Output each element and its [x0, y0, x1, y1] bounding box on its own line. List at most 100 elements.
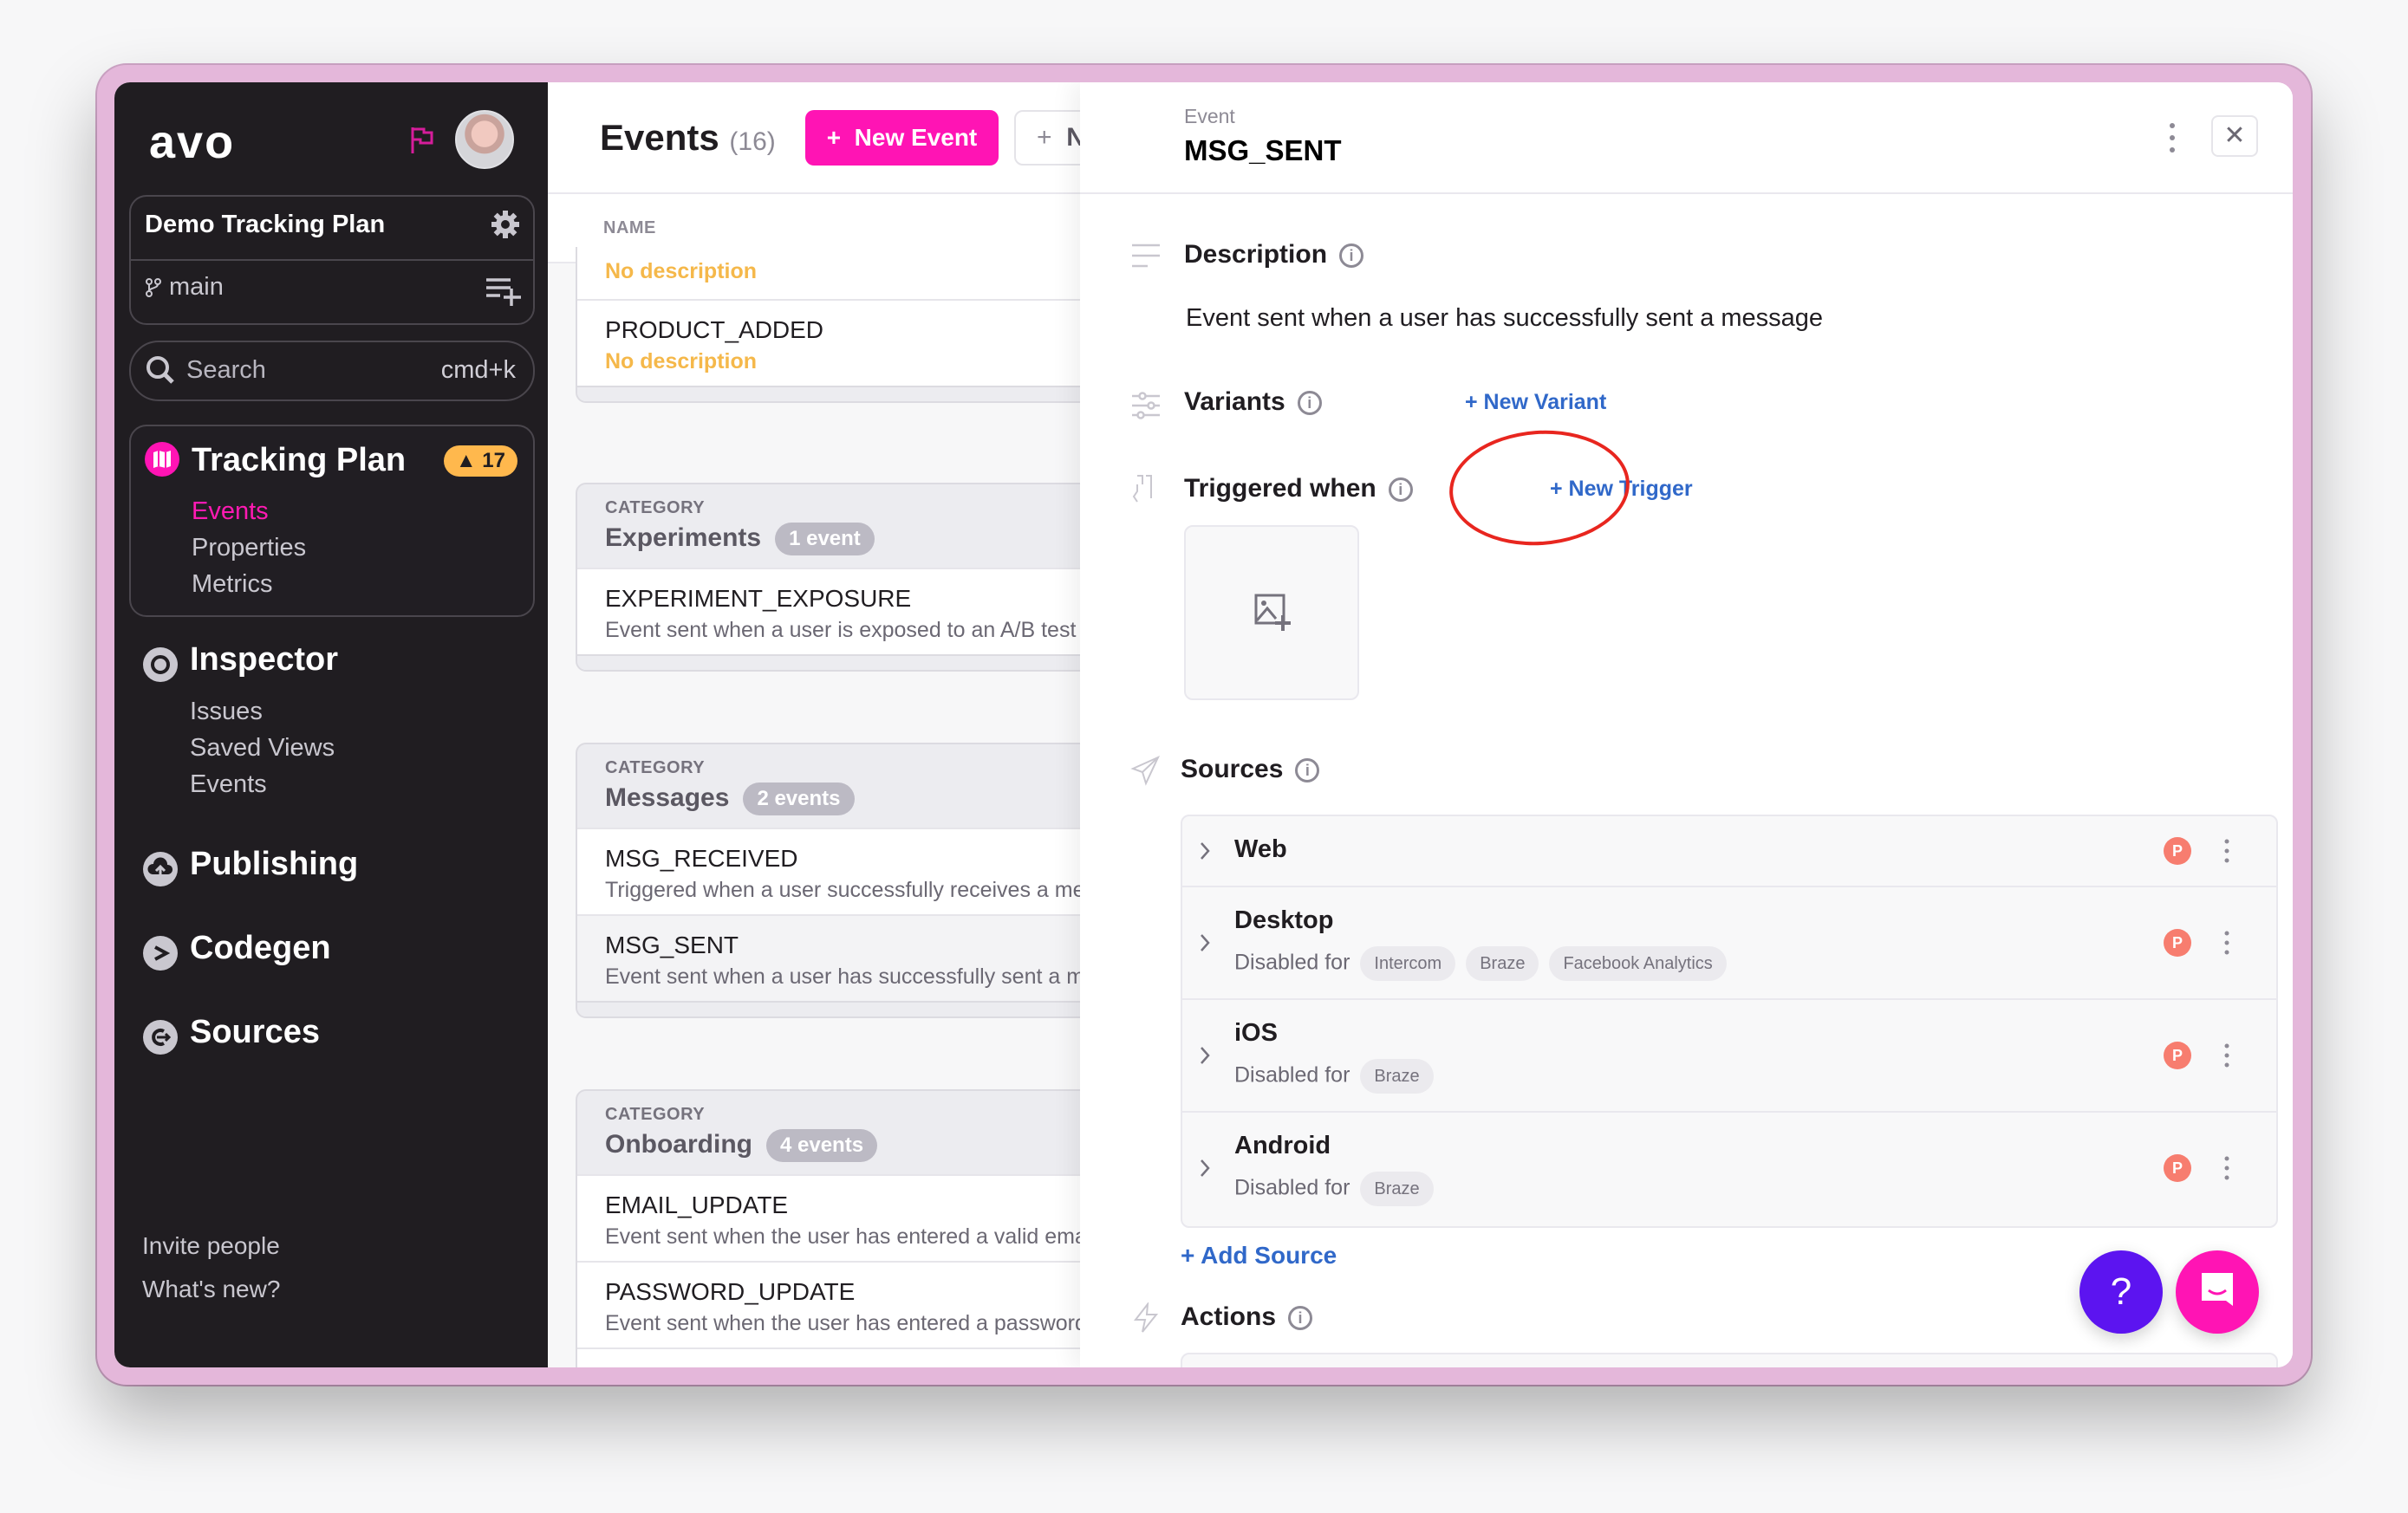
category-header[interactable]: CATEGORY Experiments 1 event: [577, 484, 1080, 568]
new-event-button[interactable]: + New Event: [805, 110, 999, 166]
app-window: avo Demo Tracking Plan main Search cmd+k…: [114, 82, 2293, 1367]
events-count: (16): [729, 127, 776, 156]
nav-inspector-issues[interactable]: Issues: [190, 698, 263, 726]
disabled-for-label: Disabled for: [1234, 1175, 1350, 1200]
nav-metrics[interactable]: Metrics: [192, 570, 272, 599]
table-row[interactable]: EXPERIMENT_EXPOSURE Event sent when a us…: [577, 568, 1080, 654]
issues-badge[interactable]: ▲ 17: [443, 445, 517, 477]
close-button[interactable]: ✕: [2211, 115, 2258, 157]
nav-events[interactable]: Events: [192, 497, 269, 526]
table-row[interactable]: PASSWORD_UPDATE Event sent when the user…: [577, 1261, 1080, 1347]
more-options-icon[interactable]: [2224, 1043, 2229, 1068]
category-footer: [577, 386, 1080, 401]
workspace-switcher: Demo Tracking Plan main: [129, 195, 535, 325]
new-variant-button[interactable]: + New Variant: [1465, 390, 1606, 415]
flag-icon[interactable]: [409, 126, 435, 155]
chevron-right-icon[interactable]: [1198, 932, 1212, 953]
table-row[interactable]: EMAIL_UPDATE Event sent when the user ha…: [577, 1174, 1080, 1261]
destination-chip[interactable]: Facebook Analytics: [1549, 946, 1727, 981]
column-name-label[interactable]: NAME: [603, 218, 656, 238]
codegen-icon: [143, 936, 178, 971]
issues-count: 17: [482, 449, 505, 472]
chevron-right-icon[interactable]: [1198, 1045, 1212, 1066]
info-icon[interactable]: i: [1297, 391, 1322, 416]
nav-inspector-saved-views[interactable]: Saved Views: [190, 734, 335, 763]
invite-people-link[interactable]: Invite people: [142, 1232, 280, 1260]
category-name: Experiments 1 event: [605, 523, 875, 555]
source-row[interactable]: Desktop Disabled for Intercom Braze Faceboo…: [1182, 887, 2276, 1000]
chevron-right-icon[interactable]: [1198, 1158, 1212, 1179]
actions-section: Actions i: [1181, 1302, 1313, 1332]
destination-chip[interactable]: Intercom: [1360, 946, 1456, 981]
category-name: Messages 2 events: [605, 782, 855, 815]
category-header[interactable]: CATEGORY Onboarding 4 events: [577, 1091, 1080, 1174]
event-description: No description: [605, 259, 758, 283]
category-group: CATEGORY Messages 2 events MSG_RECEIVED T…: [576, 743, 1080, 1018]
category-name: Onboarding 4 events: [605, 1129, 878, 1162]
table-row[interactable]: No description: [577, 247, 1080, 299]
disabled-for-label: Disabled for: [1234, 1062, 1350, 1088]
secondary-new-button[interactable]: + N: [1014, 110, 1080, 166]
table-row[interactable]: PRODUCT_ADDED No description: [577, 299, 1080, 386]
table-row[interactable]: MSG_RECEIVED Triggered when a user succe…: [577, 828, 1080, 914]
nav-sources[interactable]: Sources: [190, 1014, 320, 1051]
branch-selector[interactable]: main: [145, 273, 224, 302]
event-name: PASSWORD_UPDATE: [605, 1278, 856, 1305]
actions-label: Actions: [1181, 1302, 1277, 1331]
table-row[interactable]: [577, 1347, 1080, 1367]
disabled-destinations: Disabled for Intercom Braze Facebook Analyt…: [1234, 946, 1727, 981]
category-header[interactable]: CATEGORY Messages 2 events: [577, 744, 1080, 828]
chevron-right-icon[interactable]: [1198, 841, 1212, 861]
category-group: CATEGORY Experiments 1 event EXPERIMENT_E…: [576, 483, 1080, 672]
add-trigger-image-placeholder[interactable]: [1184, 525, 1359, 700]
source-platform-badge: P: [2164, 929, 2191, 957]
panel-kicker: Event: [1184, 105, 1235, 127]
whats-new-link[interactable]: What's new?: [142, 1276, 280, 1303]
nav-properties[interactable]: Properties: [192, 534, 306, 562]
gear-icon[interactable]: [490, 209, 521, 240]
event-description: Triggered when a user successfully recei…: [605, 878, 1080, 902]
source-row[interactable]: Web P: [1182, 816, 2276, 887]
add-source-button[interactable]: + Add Source: [1181, 1242, 1337, 1269]
info-icon[interactable]: i: [1295, 758, 1320, 783]
more-options-icon[interactable]: [2169, 122, 2176, 153]
info-icon[interactable]: i: [1339, 244, 1364, 269]
event-title[interactable]: MSG_SENT: [1184, 134, 1342, 167]
event-description: Event sent when the user has entered a v…: [605, 1224, 1080, 1249]
category-footer: [577, 654, 1080, 670]
search-icon: [146, 356, 174, 384]
nav-codegen[interactable]: Codegen: [190, 930, 331, 967]
description-icon: [1132, 244, 1160, 268]
user-avatar[interactable]: [455, 110, 514, 169]
lightning-icon: [1133, 1302, 1159, 1333]
nav-inspector-events[interactable]: Events: [190, 770, 267, 799]
triggers-section: Triggered when i: [1184, 474, 1413, 503]
description-text[interactable]: Event sent when a user has successfully …: [1186, 304, 1823, 333]
more-options-icon[interactable]: [2224, 839, 2229, 863]
info-icon[interactable]: i: [1288, 1306, 1313, 1331]
event-name: EXPERIMENT_EXPOSURE: [605, 585, 912, 612]
info-icon[interactable]: i: [1388, 477, 1413, 503]
search-input[interactable]: Search cmd+k: [129, 341, 535, 401]
nav-tracking-plan[interactable]: Tracking Plan: [192, 442, 406, 479]
more-options-icon[interactable]: [2224, 931, 2229, 955]
chat-button[interactable]: [2176, 1250, 2259, 1334]
destination-chip[interactable]: Braze: [1466, 946, 1539, 981]
nav-publishing[interactable]: Publishing: [190, 846, 358, 883]
playlist-add-icon[interactable]: [486, 276, 521, 306]
source-row[interactable]: Android Disabled for Braze P: [1182, 1113, 2276, 1224]
event-description: No description: [605, 349, 758, 373]
destination-chip[interactable]: Braze: [1360, 1172, 1434, 1206]
nav-inspector[interactable]: Inspector: [190, 641, 338, 679]
source-row[interactable]: iOS Disabled for Braze P: [1182, 1000, 2276, 1113]
help-button[interactable]: ?: [2079, 1250, 2163, 1334]
more-options-icon[interactable]: [2224, 1156, 2229, 1180]
event-detail-panel: Event MSG_SENT ✕ Description i Event sent…: [1080, 82, 2293, 1367]
destination-chip[interactable]: Braze: [1360, 1059, 1434, 1094]
category-group: CATEGORY Onboarding 4 events EMAIL_UPDATE…: [576, 1089, 1080, 1367]
table-row-selected[interactable]: MSG_SENT Event sent when a user has succ…: [577, 914, 1080, 1001]
map-icon: [145, 442, 179, 477]
avo-logo[interactable]: avo: [149, 115, 235, 169]
plan-name[interactable]: Demo Tracking Plan: [145, 211, 385, 239]
plus-icon: +: [826, 124, 842, 151]
